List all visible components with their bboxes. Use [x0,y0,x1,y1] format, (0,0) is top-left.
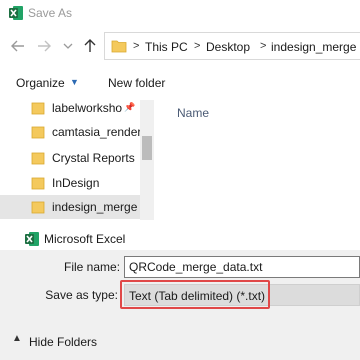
nav-item-label: labelworksho [52,101,123,115]
file-list: Name [155,100,360,250]
chevron-up-icon: ▲ [12,333,22,344]
nav-item-camtasia-render[interactable]: camtasia_render [0,120,142,144]
nav-item-indesign-merge[interactable]: indesign_merge [0,195,140,219]
breadcrumb-separator: > [260,40,267,52]
nav-item-indesign[interactable]: InDesign [0,171,140,195]
save-as-type-value: Text (Tab delimited) (*.txt) [129,289,266,303]
breadcrumb-desktop[interactable]: Desktop [206,40,250,54]
file-name-label: File name: [64,260,121,274]
folder-icon [31,176,45,193]
navigation-bar: > This PC > Desktop > indesign_merge [0,28,360,64]
folder-icon [31,151,45,168]
command-bar: Organize ▼ New folder [0,64,360,100]
breadcrumb-separator: > [133,40,140,52]
nav-item-label: Crystal Reports [52,151,135,165]
nav-item-label: indesign_merge [52,200,138,214]
save-as-type-select[interactable]: Text (Tab delimited) (*.txt) [124,284,360,306]
nav-item-microsoft-excel[interactable]: Microsoft Excel [0,228,155,250]
new-folder-button[interactable]: New folder [108,76,165,90]
folder-icon [31,200,45,217]
excel-icon [24,231,40,250]
organize-button[interactable]: Organize [16,76,65,90]
hide-folders-label: Hide Folders [29,335,98,349]
save-as-type-label: Save as type: [45,288,118,302]
window-title: Save As [28,6,73,20]
nav-item-label: camtasia_render [52,125,142,139]
pin-icon: 📌 [124,102,136,112]
nav-item-crystal-reports[interactable]: Crystal Reports [0,146,140,170]
column-header-name[interactable]: Name [177,106,209,120]
breadcrumb-indesign-merge[interactable]: indesign_merge [271,40,356,54]
file-name-input[interactable] [124,256,360,278]
folder-icon [31,101,45,118]
folder-icon [111,39,127,56]
up-arrow-icon[interactable] [80,36,100,56]
breadcrumb-this-pc[interactable]: This PC [145,40,188,54]
excel-icon [8,5,24,21]
title-bar: Save As [0,0,360,28]
scrollbar-thumb[interactable] [142,136,152,160]
recent-dropdown-icon[interactable] [58,36,78,56]
nav-item-labelworksho[interactable]: labelworksho 📌 [0,96,140,120]
breadcrumb-separator: > [194,40,201,52]
folder-icon [31,125,45,142]
address-bar[interactable]: > This PC > Desktop > indesign_merge [104,32,360,60]
nav-item-label: InDesign [52,176,100,190]
forward-arrow-icon[interactable] [34,36,54,56]
back-arrow-icon[interactable] [8,36,28,56]
save-form: File name: Save as type: Text (Tab delim… [0,250,360,360]
chevron-down-icon[interactable]: ▼ [70,77,79,87]
nav-scrollbar[interactable] [140,100,154,220]
nav-item-label: Microsoft Excel [44,232,126,246]
